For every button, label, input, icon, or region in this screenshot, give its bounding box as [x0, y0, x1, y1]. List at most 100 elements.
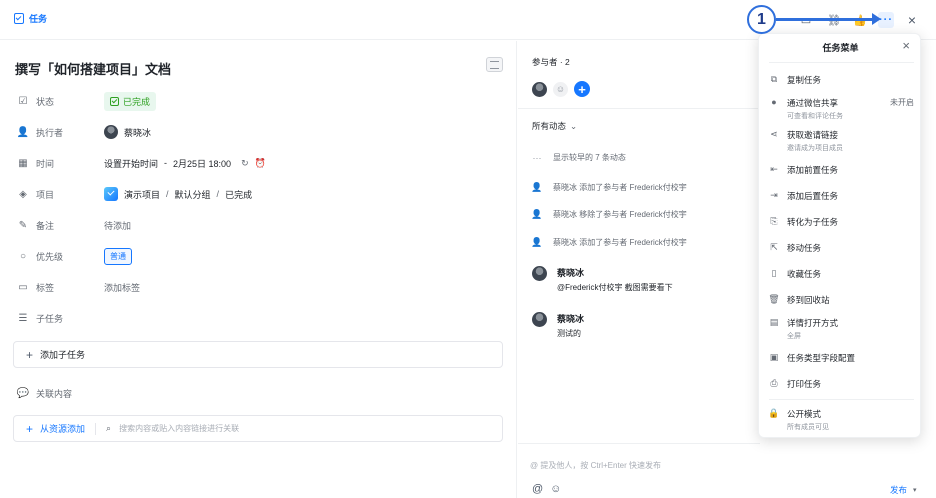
assignee-value[interactable]: 蔡晓冰 — [104, 125, 151, 139]
project-value[interactable]: 演示项目 / 默认分组 / 已完成 — [104, 187, 252, 201]
menu-item-add-predecessor[interactable]: ⇤ 添加前置任务 — [769, 164, 914, 176]
menu-item-bookmark[interactable]: ▯ 收藏任务 — [769, 268, 914, 280]
participants-list: ☺ + — [532, 81, 590, 97]
field-config-icon: ▣ — [769, 351, 779, 362]
field-status: ☑ 状态 已完成 — [18, 91, 157, 111]
field-label: 执行者 — [36, 127, 64, 138]
menu-item-print[interactable]: ⎙ 打印任务 — [769, 378, 914, 390]
field-label: 状态 — [36, 96, 55, 107]
start-time[interactable]: 设置开始时间 — [104, 157, 158, 170]
show-earlier-button[interactable]: ··· 显示较早的 7 条动态 — [532, 152, 626, 163]
list-item: 👤 蔡晓冰 添加了参与者 Frederick付校宇 — [531, 237, 687, 247]
field-label: 优先级 — [36, 251, 64, 262]
note-icon: ✎ — [18, 219, 28, 231]
chevron-down-icon: ▾ — [913, 487, 917, 494]
avatar[interactable] — [532, 81, 547, 97]
field-assignee: 👤 执行者 蔡晓冰 — [17, 123, 151, 141]
field-project: ◈ 项目 演示项目 / 默认分组 / 已完成 — [18, 185, 252, 203]
tags-value[interactable]: 添加标签 — [104, 281, 140, 294]
list-icon: ☰ — [18, 312, 28, 324]
resource-search-bar: + 从资源添加 ⌕ 搜索内容或贴入内容链接进行关联 — [13, 415, 503, 442]
field-label: 项目 — [36, 189, 55, 200]
move-icon: ⇱ — [770, 241, 778, 252]
project-icon — [104, 187, 118, 201]
add-from-resource-button[interactable]: 从资源添加 — [40, 422, 85, 435]
layout-icon: ▤ — [769, 316, 779, 327]
tag-icon: ▭ — [18, 281, 28, 293]
wechat-icon: ● — [771, 97, 777, 107]
checkbox-icon: ☑ — [18, 95, 28, 107]
menu-item-convert-subtask[interactable]: ⎘ 转化为子任务 — [769, 216, 914, 228]
bot-avatar-icon[interactable]: ☺ — [553, 81, 568, 97]
task-detail-panel: 撰写「如何搭建项目」文档 ☑ 状态 已完成 👤 执行者 蔡晓冰 ▦ 时间 设置开… — [0, 41, 517, 498]
add-participant-button[interactable]: + — [574, 81, 590, 97]
related-content-header: 💬 关联内容 — [16, 384, 73, 402]
status-badge[interactable]: 已完成 — [104, 91, 157, 111]
calendar-icon: ▦ — [18, 157, 28, 169]
publish-button[interactable]: 发布 ▾ — [890, 484, 917, 496]
divider — [518, 108, 760, 109]
menu-item-trash[interactable]: 🗑 移到回收站 — [768, 293, 914, 306]
successor-icon: ⇥ — [770, 189, 778, 200]
mention-icon[interactable]: @ — [532, 483, 543, 495]
comment-composer: @ 提及他人，按 Ctrl+Enter 快速发布 @ ☺ — [518, 443, 760, 498]
divider — [769, 399, 914, 400]
menu-item-public-mode[interactable]: 🔒 公开模式 所有成员可见 — [768, 408, 914, 432]
menu-item-field-config[interactable]: ▣ 任务类型字段配置 — [769, 352, 914, 364]
print-icon: ⎙ — [770, 377, 778, 388]
chat-icon: 💬 — [16, 387, 30, 399]
field-label: 时间 — [36, 158, 55, 169]
menu-item-open-mode[interactable]: ▤ 详情打开方式 全屏 — [769, 317, 914, 341]
field-label: 备注 — [36, 220, 55, 231]
list-item: 👤 蔡晓冰 移除了参与者 Frederick付校宇 — [531, 209, 687, 219]
list-item: 👤 蔡晓冰 添加了参与者 Frederick付校宇 — [531, 182, 687, 192]
note-value[interactable]: 待添加 — [104, 219, 131, 232]
layers-icon: ◈ — [19, 188, 27, 200]
alarm-icon[interactable]: ⏰ — [255, 158, 266, 169]
divider — [769, 62, 914, 63]
time-dash: - — [164, 158, 168, 168]
task-brand-label: 任务 — [29, 14, 48, 24]
divider — [95, 422, 97, 435]
trash-icon: 🗑 — [768, 293, 780, 304]
user-icon: 👤 — [531, 182, 543, 192]
predecessor-icon: ⇤ — [770, 163, 778, 174]
callout-arrow-head — [872, 13, 881, 25]
copy-icon: ⧉ — [770, 73, 778, 84]
end-time[interactable]: 2月25日 18:00 — [173, 157, 231, 170]
task-menu: 任务菜单 × ⧉ 复制任务 ● 通过微信共享 可查看和评论任务 未开启 ⋖ 获取… — [758, 33, 921, 438]
page-title[interactable]: 撰写「如何搭建项目」文档 — [15, 59, 171, 78]
priority-badge[interactable]: 普通 — [104, 247, 132, 265]
user-icon: 👤 — [531, 237, 543, 247]
close-icon[interactable]: × — [904, 12, 920, 28]
avatar — [532, 312, 547, 327]
menu-item-wechat-share[interactable]: ● 通过微信共享 可查看和评论任务 未开启 — [769, 97, 914, 121]
emoji-icon[interactable]: ☺ — [550, 483, 561, 495]
menu-item-copy-task[interactable]: ⧉ 复制任务 — [769, 74, 914, 86]
add-subtask-button[interactable]: + 添加子任务 — [13, 341, 503, 368]
callout-arrow-line — [776, 18, 876, 21]
related-label: 关联内容 — [36, 388, 73, 399]
menu-item-add-successor[interactable]: ⇥ 添加后置任务 — [769, 190, 914, 202]
menu-item-invite-link[interactable]: ⋖ 获取邀请链接 邀请成为项目成员 — [769, 129, 914, 153]
search-input[interactable]: 搜索内容或贴入内容链接进行关联 — [119, 423, 239, 434]
comment-input[interactable]: @ 提及他人，按 Ctrl+Enter 快速发布 — [530, 460, 661, 471]
activity-filter[interactable]: 所有动态 ⌄ — [532, 120, 577, 132]
participants-label: 参与者 · 2 — [532, 57, 570, 67]
field-label: 标签 — [36, 282, 55, 293]
share-icon: ⋖ — [770, 128, 778, 139]
field-time: ▦ 时间 设置开始时间 - 2月25日 18:00 ↻ ⏰ — [18, 154, 266, 172]
menu-title: 任务菜单 — [822, 43, 859, 53]
check-icon — [110, 96, 119, 106]
field-priority: ○ 优先级 普通 — [18, 247, 132, 265]
plus-icon: + — [26, 421, 34, 436]
details-icon[interactable] — [486, 57, 503, 72]
repeat-icon[interactable]: ↻ — [241, 158, 249, 169]
user-icon: 👤 — [531, 209, 543, 219]
menu-item-move-task[interactable]: ⇱ 移动任务 — [769, 242, 914, 254]
field-note: ✎ 备注 待添加 — [18, 216, 131, 234]
close-icon[interactable]: × — [902, 38, 910, 53]
callout-badge: 1 — [747, 5, 776, 34]
wechat-share-status: 未开启 — [890, 98, 914, 107]
activity-panel: 参与者 · 2 ☺ + 所有动态 ⌄ ··· 显示较早的 7 条动态 👤 蔡晓冰… — [518, 41, 760, 498]
